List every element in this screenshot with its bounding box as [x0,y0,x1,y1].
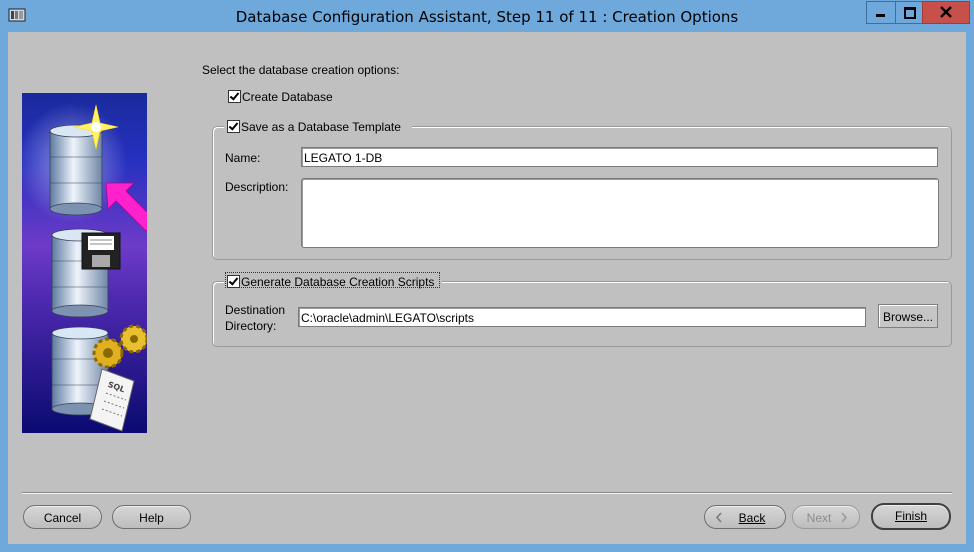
description-label: Description: [225,180,289,194]
browse-button[interactable]: Browse... [878,304,938,328]
intro-label: Select the database creation options: [202,63,400,77]
finish-button[interactable]: Finish [871,503,951,530]
destination-label-line2: Directory: [225,319,277,333]
floppy-disk-icon [81,232,121,270]
create-database-checkbox[interactable] [228,90,241,103]
next-button[interactable]: Next [792,505,860,529]
dialog-body: SQL Select the database creation options… [8,32,966,544]
template-description-input[interactable] [301,178,939,248]
maximize-icon [904,7,916,19]
template-name-input[interactable]: LEGATO 1-DB [301,147,938,167]
save-template-checkbox[interactable] [227,120,240,133]
generate-scripts-checkbox[interactable] [227,275,240,288]
destination-label-line1: Destination [225,303,286,317]
close-button[interactable] [922,1,970,24]
window-bottom-border [0,544,974,552]
minimize-button[interactable] [866,1,896,24]
save-template-label[interactable]: Save as a Database Template [241,120,401,134]
close-icon [940,6,952,18]
name-label: Name: [225,151,261,165]
minimize-icon [876,14,885,17]
finish-label: Finish [894,509,927,523]
chevron-left-icon [715,512,722,523]
title-bar: Database Configuration Assistant, Step 1… [0,0,974,32]
footer-separator [22,492,952,494]
wizard-side-image: SQL [22,93,147,433]
help-button[interactable]: Help [112,505,191,529]
create-database-label[interactable]: Create Database [242,90,333,104]
chevron-right-icon [841,512,848,523]
destination-directory-input[interactable]: C:\oracle\admin\LEGATO\scripts [298,307,866,327]
generate-scripts-label[interactable]: Generate Database Creation Scripts [241,275,434,289]
cancel-button[interactable]: Cancel [23,505,102,529]
back-button[interactable]: Back [704,505,786,529]
next-label: Next [806,511,832,525]
back-label: Back [738,511,766,525]
window-title: Database Configuration Assistant, Step 1… [235,8,739,26]
maximize-button[interactable] [895,1,923,24]
